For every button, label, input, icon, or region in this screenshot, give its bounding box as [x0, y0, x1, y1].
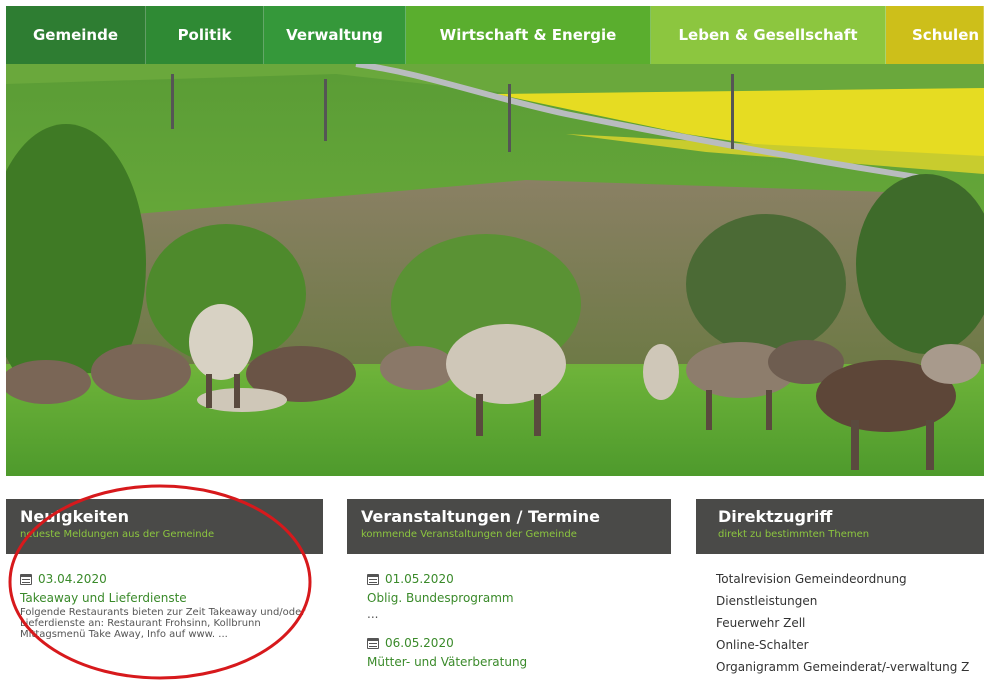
news-entry-title[interactable]: Takeaway und Lieferdienste: [20, 590, 323, 606]
nav-item-verwaltung[interactable]: Verwaltung: [264, 6, 406, 64]
quick-access-list: Totalrevision Gemeindeordnung Dienstleis…: [696, 568, 984, 678]
quick-link[interactable]: Organigramm Gemeinderat/-verwaltung Z: [716, 656, 984, 678]
main-navigation: Gemeinde Politik Verwaltung Wirtschaft &…: [6, 6, 984, 64]
quick-access-panel: Direktzugriff direkt zu bestimmten Theme…: [696, 499, 984, 678]
nav-item-gemeinde[interactable]: Gemeinde: [6, 6, 146, 64]
calendar-icon: [20, 573, 32, 585]
nav-item-wirtschaft-energie[interactable]: Wirtschaft & Energie: [406, 6, 651, 64]
event-entry-title[interactable]: Mütter- und Väterberatung: [367, 654, 671, 670]
quick-link[interactable]: Feuerwehr Zell: [716, 612, 984, 634]
news-entry: 03.04.2020 Takeaway und Lieferdienste Fo…: [20, 570, 323, 640]
news-subtitle: neueste Meldungen aus der Gemeinde: [20, 529, 215, 540]
event-entry-date: 01.05.2020: [367, 570, 671, 588]
calendar-icon: [367, 637, 379, 649]
event-entry-more: ...: [367, 607, 379, 621]
events-panel: Veranstaltungen / Termine kommende Veran…: [347, 499, 671, 670]
quick-link[interactable]: Totalrevision Gemeindeordnung: [716, 568, 984, 590]
nav-item-schulen[interactable]: Schulen: [886, 6, 984, 64]
news-panel: Neuigkeiten neueste Meldungen aus der Ge…: [6, 499, 323, 640]
news-header: Neuigkeiten neueste Meldungen aus der Ge…: [6, 499, 323, 554]
news-entry-date-text: 03.04.2020: [38, 572, 107, 586]
hero-image: [6, 64, 984, 476]
quick-link[interactable]: Online-Schalter: [716, 634, 984, 656]
nav-item-politik[interactable]: Politik: [146, 6, 264, 64]
events-subtitle: kommende Veranstaltungen der Gemeinde: [361, 529, 577, 540]
events-title: Veranstaltungen / Termine: [361, 507, 600, 526]
news-entry-text: Folgende Restaurants bieten zur Zeit Tak…: [20, 607, 306, 640]
quick-access-header: Direktzugriff direkt zu bestimmten Theme…: [696, 499, 984, 554]
calendar-icon: [367, 573, 379, 585]
event-entry: 06.05.2020 Mütter- und Väterberatung: [367, 634, 671, 670]
events-header: Veranstaltungen / Termine kommende Veran…: [347, 499, 671, 554]
quick-link[interactable]: Dienstleistungen: [716, 590, 984, 612]
event-entry-date-text: 06.05.2020: [385, 636, 454, 650]
quick-access-subtitle: direkt zu bestimmten Themen: [718, 529, 870, 540]
event-entry-date-text: 01.05.2020: [385, 572, 454, 586]
quick-access-title: Direktzugriff: [718, 507, 833, 526]
event-entry: 01.05.2020 Oblig. Bundesprogramm ...: [367, 570, 671, 620]
news-title: Neuigkeiten: [20, 507, 130, 526]
news-entry-date: 03.04.2020: [20, 570, 323, 588]
event-entry-title[interactable]: Oblig. Bundesprogramm: [367, 590, 671, 606]
nav-item-leben-gesellschaft[interactable]: Leben & Gesellschaft: [651, 6, 886, 64]
event-entry-date: 06.05.2020: [367, 634, 671, 652]
